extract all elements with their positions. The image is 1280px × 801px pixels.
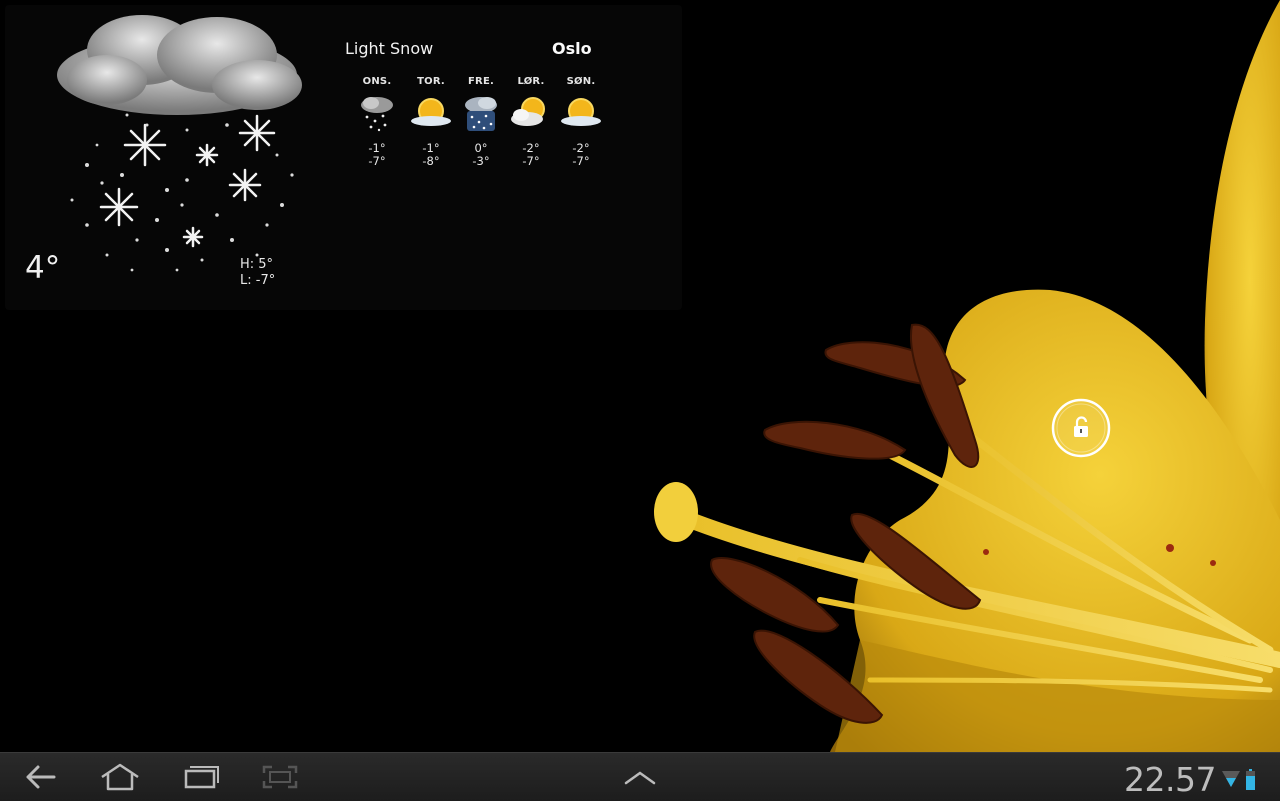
home-icon	[101, 763, 139, 791]
forecast-strip: ONS. -1° -7° TOR. -1° -8° FRE. 0° -3° LØ…	[352, 76, 612, 176]
wifi-icon	[1222, 771, 1240, 787]
forecast-day: TOR. -1° -8°	[406, 76, 456, 168]
status-clock[interactable]: 22.57	[1124, 760, 1216, 799]
city-name: Oslo	[552, 39, 592, 58]
snow-showers-icon	[465, 97, 497, 131]
recent-apps-icon	[184, 766, 219, 789]
forecast-low: -3°	[472, 154, 490, 168]
forecast-low: -7°	[572, 154, 590, 168]
partly-cloudy-icon	[511, 97, 545, 126]
forecast-day: FRE. 0° -3°	[456, 76, 506, 168]
forecast-low: -7°	[368, 154, 386, 168]
chevron-up-icon	[624, 771, 656, 785]
battery-icon	[1246, 769, 1255, 790]
forecast-day: SØN. -2° -7°	[556, 76, 606, 168]
forecast-day-name: LØR.	[517, 76, 545, 87]
sunny-icon	[561, 98, 601, 126]
weather-condition: Light Snow	[345, 39, 434, 58]
unlock-ring-button[interactable]	[1050, 397, 1112, 459]
home-button[interactable]	[98, 761, 142, 793]
snow-icon	[361, 97, 393, 132]
forecast-day-name: SØN.	[566, 76, 596, 87]
snow-cloud-icon	[57, 15, 302, 272]
app-drawer-button[interactable]	[618, 761, 662, 793]
current-temperature: 4°	[25, 250, 61, 286]
forecast-low: -8°	[422, 154, 440, 168]
recent-apps-button[interactable]	[180, 761, 224, 793]
forecast-low: -7°	[522, 154, 540, 168]
weather-widget[interactable]: 4° H: 5° L: -7° Light Snow Oslo ONS. -1°…	[5, 5, 682, 310]
forecast-day-name: TOR.	[417, 76, 445, 87]
sunny-icon	[411, 98, 451, 126]
low-temperature: L: -7°	[240, 273, 276, 288]
back-button[interactable]	[18, 761, 62, 793]
system-navigation-bar: 22.57	[0, 752, 1280, 801]
status-icons[interactable]	[1220, 767, 1276, 793]
forecast-day-name: FRE.	[468, 76, 494, 87]
forecast-day: LØR. -2° -7°	[506, 76, 556, 168]
forecast-day: ONS. -1° -7°	[352, 76, 402, 168]
high-temperature: H: 5°	[240, 257, 274, 272]
back-arrow-icon	[26, 765, 56, 789]
screenshot-icon	[262, 765, 298, 789]
forecast-day-name: ONS.	[362, 76, 392, 87]
screenshot-button[interactable]	[258, 761, 302, 793]
